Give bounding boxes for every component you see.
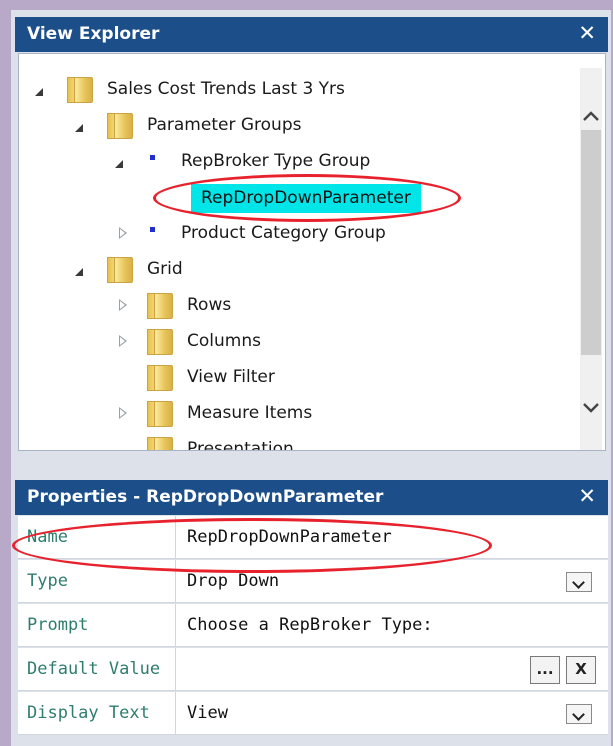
view-explorer-title-bar: View Explorer ✕ xyxy=(15,17,608,52)
tree-scrollbar[interactable] xyxy=(580,68,602,450)
tree-item-presentation[interactable]: Presentation xyxy=(187,434,294,450)
tree-item-rows[interactable]: Rows xyxy=(187,290,231,320)
property-label: Default Value xyxy=(18,648,176,691)
tree-item-grid[interactable]: Grid xyxy=(147,254,183,284)
collapsed-arrow-icon[interactable] xyxy=(119,335,127,347)
group-bullet-icon xyxy=(150,155,155,160)
tree-item-measure-items[interactable]: Measure Items xyxy=(187,398,312,428)
view-explorer-close-icon[interactable]: ✕ xyxy=(578,17,596,50)
collapsed-arrow-icon[interactable] xyxy=(119,227,127,239)
folder-icon xyxy=(107,113,133,139)
scrollbar-thumb[interactable] xyxy=(581,130,601,355)
browse-ellipsis-button[interactable]: ... xyxy=(530,656,560,684)
expanded-arrow-icon[interactable] xyxy=(35,88,43,96)
property-label: Type xyxy=(18,560,176,603)
property-value-prompt[interactable]: Choose a RepBroker Type: xyxy=(176,604,608,647)
property-value-name[interactable]: RepDropDownParameter xyxy=(176,516,608,559)
tree-item-repdropdownparameter[interactable]: RepDropDownParameter xyxy=(191,184,421,213)
expanded-arrow-icon[interactable] xyxy=(75,268,83,276)
type-dropdown-icon[interactable] xyxy=(566,572,592,592)
expanded-arrow-icon[interactable] xyxy=(75,124,83,132)
properties-close-icon[interactable]: ✕ xyxy=(578,480,596,513)
tree-item-view-filter[interactable]: View Filter xyxy=(187,362,275,392)
property-row-type: Type Drop Down xyxy=(18,560,608,603)
folder-icon xyxy=(147,329,173,355)
property-label: Prompt xyxy=(18,604,176,647)
tree-item-root[interactable]: Sales Cost Trends Last 3 Yrs xyxy=(107,74,345,104)
tree-item-columns[interactable]: Columns xyxy=(187,326,261,356)
group-bullet-icon xyxy=(150,227,155,232)
property-label: Display Text xyxy=(18,692,176,735)
tree-item-parameter-groups[interactable]: Parameter Groups xyxy=(147,110,301,140)
expanded-arrow-icon[interactable] xyxy=(115,160,123,168)
scroll-down-icon[interactable] xyxy=(582,398,600,416)
folder-icon xyxy=(67,77,93,103)
folder-icon xyxy=(147,401,173,427)
scroll-up-icon[interactable] xyxy=(582,108,600,126)
property-row-name: Name RepDropDownParameter xyxy=(18,516,608,559)
property-row-default-value: Default Value ... X xyxy=(18,648,608,691)
properties-title-bar: Properties - RepDropDownParameter ✕ xyxy=(15,480,608,515)
property-value-type[interactable]: Drop Down xyxy=(176,560,608,603)
folder-icon xyxy=(147,365,173,391)
properties-title: Properties - RepDropDownParameter xyxy=(27,487,384,507)
view-explorer-tree: Sales Cost Trends Last 3 Yrs Parameter G… xyxy=(18,53,606,451)
property-row-display-text: Display Text View xyxy=(18,692,608,735)
property-row-prompt: Prompt Choose a RepBroker Type: xyxy=(18,604,608,647)
folder-icon xyxy=(147,437,173,450)
view-explorer-title: View Explorer xyxy=(27,24,160,44)
folder-icon xyxy=(107,257,133,283)
collapsed-arrow-icon[interactable] xyxy=(119,407,127,419)
property-label: Name xyxy=(18,516,176,559)
folder-icon xyxy=(147,293,173,319)
tree-item-repbroker-type-group[interactable]: RepBroker Type Group xyxy=(181,146,370,176)
collapsed-arrow-icon[interactable] xyxy=(119,299,127,311)
tree-item-product-category-group[interactable]: Product Category Group xyxy=(181,218,386,248)
display-text-dropdown-icon[interactable] xyxy=(566,704,592,724)
property-value-display-text[interactable]: View xyxy=(176,692,608,735)
clear-button[interactable]: X xyxy=(566,656,596,684)
